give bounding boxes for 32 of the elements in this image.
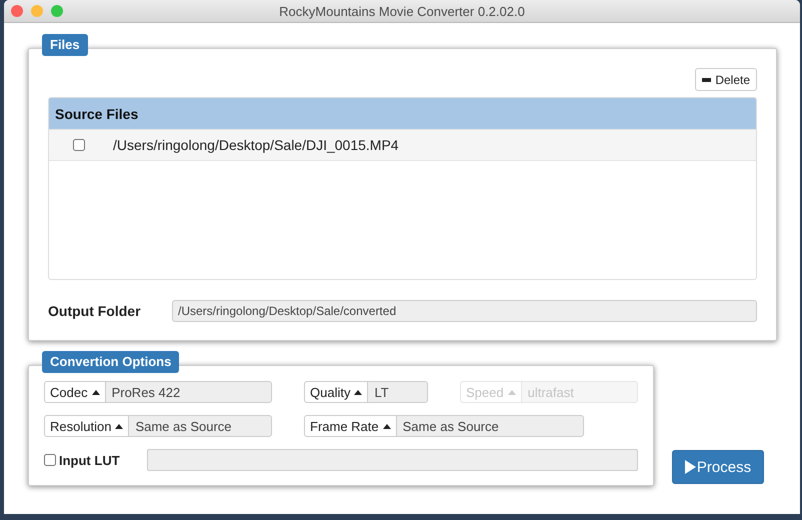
file-path: /Users/ringolong/Desktop/Sale/DJI_0015.MP4 — [113, 137, 399, 153]
table-row[interactable]: /Users/ringolong/Desktop/Sale/DJI_0015.MP4 — [49, 129, 756, 161]
play-icon — [684, 460, 696, 474]
caret-icon — [508, 390, 516, 394]
close-icon[interactable] — [11, 5, 23, 17]
caret-icon — [354, 390, 362, 394]
process-button[interactable]: Process — [672, 450, 764, 484]
dropdown-button[interactable]: Quality — [304, 381, 368, 403]
minus-icon — [702, 78, 712, 82]
delete-button[interactable]: Delete — [695, 68, 757, 91]
checkbox[interactable] — [73, 139, 85, 151]
checkbox[interactable] — [44, 454, 56, 466]
field-label: Output Folder — [48, 303, 142, 319]
dropdown-value: Same as Source — [129, 415, 272, 437]
caret-icon — [115, 424, 124, 428]
lut-path-field[interactable] — [147, 449, 638, 471]
caret-icon — [382, 424, 391, 428]
minimize-icon[interactable] — [31, 5, 43, 17]
zoom-icon[interactable] — [51, 5, 63, 17]
window-title: RockyMountains Movie Converter 0.2.02.0 — [279, 4, 525, 18]
column-header: Source Files — [55, 106, 138, 122]
panel-legend: Files — [42, 34, 88, 56]
dropdown-value: Same as Source — [396, 415, 584, 437]
caret-icon — [92, 390, 100, 394]
dropdown-button[interactable]: Resolution — [44, 415, 130, 437]
dropdown-button[interactable]: Codec — [44, 381, 106, 403]
dropdown-button[interactable]: Frame Rate — [304, 415, 397, 437]
panel-legend: Convertion Options — [42, 351, 180, 373]
output-folder-field[interactable]: /Users/ringolong/Desktop/Sale/converted — [172, 300, 757, 322]
dropdown-value: LT — [368, 381, 428, 403]
dropdown-value: ProRes 422 — [106, 381, 272, 403]
checkbox-label: Input LUT — [59, 452, 120, 468]
